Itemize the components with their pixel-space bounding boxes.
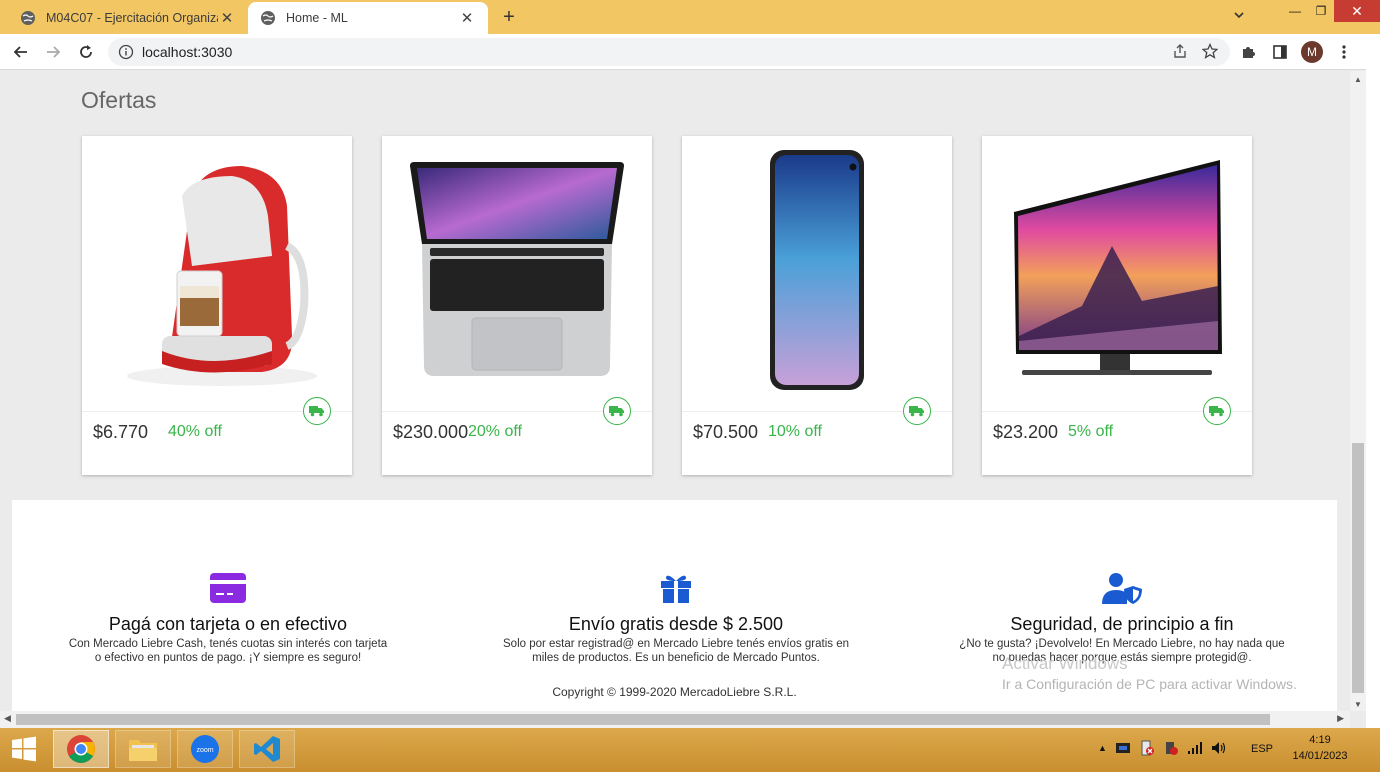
url-text: localhost:3030 (142, 44, 233, 60)
security-alert-icon[interactable] (1139, 740, 1155, 756)
product-card[interactable]: $70.500 10% off (682, 136, 952, 475)
product-price: $23.200 (993, 422, 1059, 442)
scroll-right-arrow-icon[interactable]: ▶ (1337, 713, 1344, 724)
horizontal-scroll-thumb[interactable] (16, 714, 1270, 725)
tab-title: M04C07 - Ejercitación Organizan (46, 11, 218, 25)
product-card[interactable]: $230.000 20% off (382, 136, 652, 475)
browser-toolbar: localhost:3030 M (0, 34, 1380, 70)
free-shipping-truck-icon (1203, 397, 1231, 425)
extensions-puzzle-icon[interactable] (1237, 41, 1259, 63)
address-bar[interactable]: localhost:3030 (108, 38, 1230, 66)
show-hidden-icons-chevron-icon[interactable]: ▲ (1098, 743, 1107, 753)
close-tab-icon[interactable]: ✕ (218, 9, 236, 27)
product-image-coffee-machine[interactable] (82, 136, 352, 406)
tab-strip: M04C07 - Ejercitación Organizan ✕ Home -… (0, 0, 1380, 34)
product-price: $6.770 (93, 422, 149, 442)
clock-date[interactable]: 14/01/2023 (1285, 750, 1355, 762)
file-explorer-taskbar-icon[interactable] (115, 730, 171, 768)
feature-payment: Pagá con tarjeta o en efectivo Con Merca… (48, 570, 408, 665)
tab-home-ml[interactable]: Home - ML ✕ (248, 2, 488, 34)
window-controls: — ❐ ✕ (1282, 0, 1380, 22)
product-price: $70.500 (693, 422, 759, 442)
forward-arrow-icon[interactable] (42, 41, 64, 63)
signal-bars-icon[interactable] (1187, 740, 1203, 756)
profile-avatar[interactable]: M (1301, 41, 1323, 63)
feature-security: Seguridad, de principio a fin ¿No te gus… (942, 570, 1302, 665)
product-discount: 5% off (1068, 423, 1114, 440)
side-panel-icon[interactable] (1269, 41, 1291, 63)
feature-text: o efectivo en puntos de pago. ¡Y siempre… (94, 652, 362, 664)
new-tab-button[interactable]: + (498, 6, 520, 28)
input-language-indicator[interactable]: ESP (1251, 743, 1273, 755)
product-discount: 40% off (168, 423, 222, 440)
share-icon[interactable] (1172, 43, 1188, 59)
back-arrow-icon[interactable] (10, 41, 32, 63)
scroll-up-arrow-icon[interactable]: ▲ (1354, 75, 1362, 84)
network-adapter-icon[interactable] (1115, 740, 1131, 756)
feature-text: Solo por estar registrad@ en Mercado Lie… (503, 638, 849, 650)
scroll-left-arrow-icon[interactable]: ◀ (4, 713, 11, 724)
windows-start-icon[interactable] (0, 730, 48, 768)
activate-windows-watermark: Activar Windows (1002, 654, 1128, 673)
section-title: Ofertas (81, 87, 157, 113)
free-shipping-truck-icon (303, 397, 331, 425)
product-card[interactable]: $23.200 5% off (982, 136, 1252, 475)
vertical-scroll-thumb[interactable] (1352, 443, 1364, 693)
feature-text: miles de productos. Es un beneficio de M… (532, 652, 820, 664)
system-tray: ▲ (1098, 740, 1227, 756)
close-tab-icon[interactable]: ✕ (458, 9, 476, 27)
tab-title: Home - ML (286, 11, 348, 25)
product-image-laptop[interactable] (382, 136, 652, 406)
vertical-scrollbar[interactable]: ▲ ▼ (1350, 71, 1366, 711)
scroll-down-arrow-icon[interactable]: ▼ (1354, 700, 1362, 709)
globe-icon (261, 11, 275, 25)
free-shipping-truck-icon (603, 397, 631, 425)
power-status-icon[interactable] (1163, 740, 1179, 756)
credit-card-icon (208, 570, 248, 606)
product-image-smartphone[interactable] (682, 136, 952, 406)
horizontal-scrollbar[interactable]: ◀ ▶ (0, 711, 1350, 728)
window-frame (1366, 34, 1380, 728)
more-menu-icon[interactable] (1333, 41, 1355, 63)
feature-text: ¿No te gusta? ¡Devolvelo! En Mercado Lie… (959, 638, 1285, 650)
product-price: $230.000 (393, 422, 469, 442)
svg-text:zoom: zoom (196, 747, 213, 754)
minimize-icon[interactable]: — (1282, 0, 1308, 22)
volume-icon[interactable] (1211, 740, 1227, 756)
bookmark-star-icon[interactable] (1202, 43, 1218, 59)
product-card[interactable]: $6.770 40% off (82, 136, 352, 475)
product-image-television[interactable] (982, 136, 1252, 406)
close-window-icon[interactable]: ✕ (1334, 0, 1380, 22)
product-discount: 10% off (768, 423, 822, 440)
page-viewport: Ofertas $6.770 40% off $230.000 20% off … (0, 71, 1350, 711)
zoom-taskbar-icon[interactable]: zoom (177, 730, 233, 768)
free-shipping-truck-icon (903, 397, 931, 425)
globe-icon (21, 11, 35, 25)
footer: Pagá con tarjeta o en efectivo Con Merca… (12, 500, 1337, 711)
tab-search-chevron-icon[interactable] (1232, 8, 1248, 24)
product-discount: 20% off (468, 423, 522, 440)
feature-title: Seguridad, de principio a fin (1010, 614, 1234, 634)
clock-time[interactable]: 4:19 (1290, 734, 1350, 746)
site-info-icon[interactable] (118, 44, 134, 60)
gift-icon (656, 570, 696, 606)
feature-title: Envío gratis desde $ 2.500 (568, 614, 784, 634)
chrome-taskbar-icon[interactable] (53, 730, 109, 768)
vscode-taskbar-icon[interactable] (239, 730, 295, 768)
feature-shipping: Envío gratis desde $ 2.500 Solo por esta… (496, 570, 856, 665)
tab-m04c07[interactable]: M04C07 - Ejercitación Organizan ✕ (8, 2, 248, 34)
windows-taskbar: zoom ▲ ESP 4:19 14/01/2023 (0, 728, 1380, 772)
copyright-text: Copyright © 1999-2020 MercadoLiebre S.R.… (552, 685, 797, 699)
reload-icon[interactable] (75, 41, 97, 63)
feature-text: Con Mercado Liebre Cash, tenés cuotas si… (68, 638, 388, 650)
restore-icon[interactable]: ❐ (1308, 0, 1334, 22)
feature-title: Pagá con tarjeta o en efectivo (108, 614, 348, 634)
user-shield-icon (1102, 570, 1142, 606)
